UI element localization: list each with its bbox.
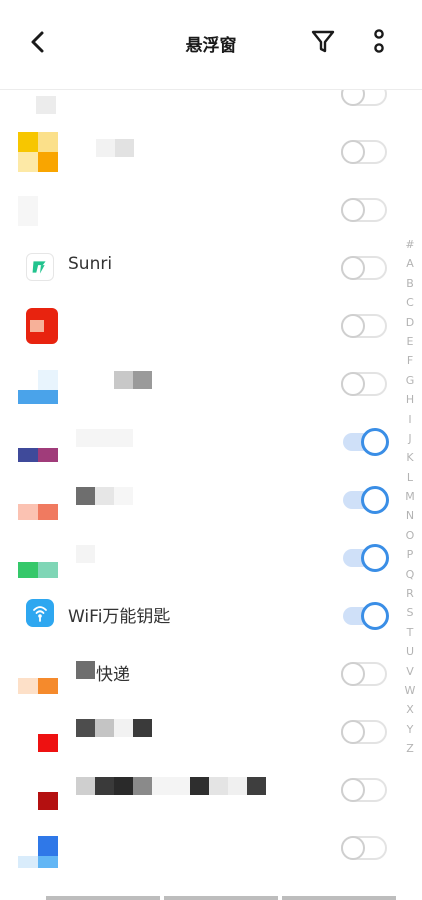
index-letter[interactable]: F bbox=[398, 351, 422, 370]
index-letter[interactable]: W bbox=[398, 681, 422, 700]
obscured-app-icon bbox=[18, 90, 58, 114]
index-letter[interactable]: V bbox=[398, 662, 422, 681]
red-app-icon bbox=[26, 308, 58, 344]
wifi-app-icon bbox=[26, 599, 54, 627]
index-letter[interactable]: I bbox=[398, 410, 422, 429]
index-letter[interactable]: Q bbox=[398, 565, 422, 584]
floating-window-toggle[interactable] bbox=[341, 428, 389, 456]
blue-app-icon bbox=[18, 364, 58, 404]
list-item[interactable] bbox=[0, 816, 400, 874]
blue-app-icon bbox=[18, 828, 58, 868]
obscured-label bbox=[76, 661, 95, 679]
index-letter[interactable]: D bbox=[398, 313, 422, 332]
index-letter[interactable]: J bbox=[398, 429, 422, 448]
index-letter[interactable]: N bbox=[398, 506, 422, 525]
obscured-app-icon bbox=[18, 190, 58, 230]
list-item[interactable] bbox=[0, 120, 400, 178]
app-list[interactable]: Sunri WiFi万能钥匙 快递 bbox=[0, 90, 422, 900]
index-letter[interactable]: A bbox=[398, 254, 422, 273]
more-vertical-icon[interactable] bbox=[368, 28, 390, 56]
obscured-label bbox=[76, 719, 152, 737]
index-letter[interactable]: P bbox=[398, 545, 422, 564]
list-item[interactable]: Sunri bbox=[0, 236, 400, 294]
list-item[interactable] bbox=[0, 758, 400, 816]
floating-window-toggle[interactable] bbox=[341, 486, 389, 514]
index-letter[interactable]: K bbox=[398, 448, 422, 467]
floating-window-toggle[interactable] bbox=[341, 140, 387, 164]
index-letter[interactable]: L bbox=[398, 468, 422, 487]
index-letter[interactable]: M bbox=[398, 487, 422, 506]
obscured-label bbox=[76, 777, 266, 795]
obscured-label bbox=[114, 371, 152, 389]
index-letter[interactable]: B bbox=[398, 274, 422, 293]
top-bar: 悬浮窗 bbox=[0, 0, 422, 90]
index-letter[interactable]: # bbox=[398, 235, 422, 254]
obscured-label bbox=[96, 139, 134, 157]
list-item[interactable] bbox=[0, 178, 400, 236]
bottom-divider bbox=[46, 896, 396, 900]
list-item[interactable] bbox=[0, 700, 400, 758]
sunri-app-icon bbox=[26, 253, 54, 281]
index-letter[interactable]: X bbox=[398, 700, 422, 719]
floating-window-toggle[interactable] bbox=[341, 836, 387, 860]
floating-window-toggle[interactable] bbox=[341, 662, 387, 686]
obscured-label bbox=[76, 487, 133, 505]
purple-app-icon bbox=[18, 422, 58, 462]
filter-icon[interactable] bbox=[311, 29, 335, 55]
list-item[interactable]: 快递 bbox=[0, 642, 400, 700]
index-letter[interactable]: R bbox=[398, 584, 422, 603]
list-item[interactable] bbox=[0, 294, 400, 352]
app-label: WiFi万能钥匙 bbox=[68, 607, 171, 627]
green-app-icon bbox=[18, 538, 58, 578]
page-title: 悬浮窗 bbox=[185, 36, 237, 56]
list-item[interactable] bbox=[0, 352, 400, 410]
index-letter[interactable]: Z bbox=[398, 739, 422, 758]
app-label: Sunri bbox=[68, 254, 113, 274]
list-item[interactable] bbox=[0, 468, 400, 526]
orange-app-icon bbox=[18, 654, 58, 694]
list-item[interactable] bbox=[0, 410, 400, 468]
red-app-icon bbox=[18, 712, 58, 752]
floating-window-toggle[interactable] bbox=[341, 256, 387, 280]
index-letter[interactable]: Y bbox=[398, 720, 422, 739]
index-letter[interactable]: C bbox=[398, 293, 422, 312]
floating-window-toggle[interactable] bbox=[341, 602, 389, 630]
floating-window-toggle[interactable] bbox=[341, 544, 389, 572]
index-letter[interactable]: E bbox=[398, 332, 422, 351]
app-label: 快递 bbox=[96, 665, 130, 685]
index-letter[interactable]: S bbox=[398, 603, 422, 622]
floating-window-toggle[interactable] bbox=[341, 720, 387, 744]
obscured-label bbox=[76, 545, 95, 563]
floating-window-toggle[interactable] bbox=[341, 90, 387, 106]
alphabet-index[interactable]: # A B C D E F G H I J K L M N O P Q R S T U V W X Y Z bbox=[398, 235, 422, 759]
index-letter[interactable]: H bbox=[398, 390, 422, 409]
yellow-app-icon bbox=[18, 132, 58, 172]
list-item[interactable] bbox=[0, 90, 400, 120]
darkred-app-icon bbox=[18, 770, 58, 810]
list-item[interactable]: WiFi万能钥匙 bbox=[0, 584, 400, 642]
floating-window-toggle[interactable] bbox=[341, 372, 387, 396]
floating-window-toggle[interactable] bbox=[341, 314, 387, 338]
index-letter[interactable]: G bbox=[398, 371, 422, 390]
index-letter[interactable]: T bbox=[398, 623, 422, 642]
orange-app-icon bbox=[18, 480, 58, 520]
index-letter[interactable]: U bbox=[398, 642, 422, 661]
obscured-label bbox=[76, 429, 133, 447]
list-item[interactable] bbox=[0, 526, 400, 584]
floating-window-toggle[interactable] bbox=[341, 778, 387, 802]
floating-window-toggle[interactable] bbox=[341, 198, 387, 222]
index-letter[interactable]: O bbox=[398, 526, 422, 545]
